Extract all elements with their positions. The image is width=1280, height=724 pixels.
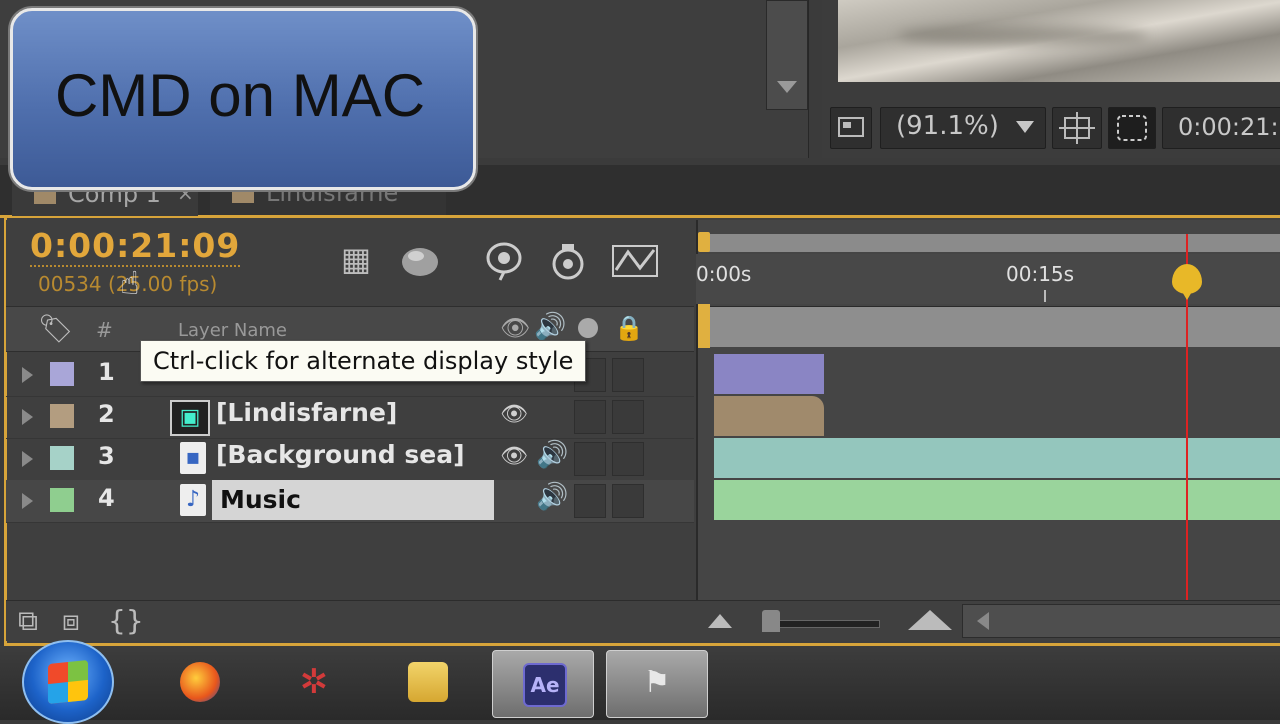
label-tag-icon[interactable]: 🏷 xyxy=(38,312,74,345)
speaker-icon[interactable]: 🔊 xyxy=(536,440,568,470)
expand-triangle-icon[interactable] xyxy=(22,451,33,467)
ruler-tick-label: 0:00s xyxy=(696,262,752,286)
graph-editor-icon[interactable] xyxy=(610,240,658,282)
taskbar-app[interactable]: ⚑ xyxy=(606,650,708,718)
graph-shape xyxy=(612,245,658,277)
magnification-value: (91.1%) xyxy=(896,111,999,141)
transfer-controls-toggle-icon[interactable]: ⧈ xyxy=(62,604,80,638)
eye-icon[interactable]: 👁 xyxy=(500,402,528,427)
flag-app-icon: ⚑ xyxy=(643,665,671,700)
taskbar-file-explorer[interactable] xyxy=(378,650,478,716)
zoom-in-icon[interactable] xyxy=(908,610,952,630)
layer-number: 4 xyxy=(98,484,115,512)
viewer-timecode: 0:00:21: xyxy=(1178,113,1279,141)
current-time-display[interactable]: 0:00:21:09 xyxy=(30,226,241,267)
expand-triangle-icon[interactable] xyxy=(22,493,33,509)
chevron-down-icon[interactable] xyxy=(1016,121,1034,133)
taskbar-firefox[interactable] xyxy=(150,650,250,716)
viewer-image xyxy=(838,0,1280,82)
frame-blending-icon[interactable] xyxy=(546,240,594,282)
hand-cursor-icon: ☝ xyxy=(120,264,140,302)
speaker-icon[interactable]: 🔊 xyxy=(536,482,568,512)
scroll-down-icon[interactable] xyxy=(777,81,797,93)
crop-frame-icon xyxy=(1059,112,1095,144)
zoom-slider-thumb[interactable] xyxy=(762,610,780,632)
shy-layers-icon[interactable] xyxy=(480,240,528,282)
layer-duration-bar[interactable] xyxy=(714,438,1280,478)
expand-triangle-icon[interactable] xyxy=(22,367,33,383)
layer-number: 1 xyxy=(98,358,115,386)
current-time-indicator-head[interactable] xyxy=(1172,264,1202,300)
layer-number: 3 xyxy=(98,442,115,470)
video-switch-column-icon: 👁 xyxy=(500,314,531,342)
layer-row[interactable]: 3 ▪ [Background sea] 👁 🔊 xyxy=(6,438,694,481)
audio-file-icon: ♪ xyxy=(180,484,206,516)
project-scrollbar[interactable] xyxy=(766,0,808,110)
lock-switch[interactable] xyxy=(612,358,644,392)
frame-blending-shape xyxy=(552,244,584,280)
layer-row[interactable]: 2 ▣ [Lindisfarne] 👁 xyxy=(6,396,694,439)
work-area-start-handle[interactable] xyxy=(698,304,710,348)
transparency-grid-button[interactable] xyxy=(1108,107,1156,149)
zoom-out-icon[interactable] xyxy=(708,614,732,628)
solo-switch[interactable] xyxy=(574,400,606,434)
app-icon: ✲ xyxy=(299,662,329,702)
layer-name[interactable]: [Background sea] xyxy=(216,440,465,469)
scroll-left-icon[interactable] xyxy=(977,612,989,630)
layer-duration-bar[interactable] xyxy=(714,354,824,394)
layer-name[interactable]: Music xyxy=(212,480,494,520)
ruler-tick-mark xyxy=(1044,290,1046,302)
in-out-toggle-icon[interactable]: {} xyxy=(108,604,144,637)
time-navigator[interactable] xyxy=(704,234,1280,252)
expand-triangle-icon[interactable] xyxy=(22,409,33,425)
windows-orb-icon[interactable] xyxy=(22,640,114,724)
layer-number-column: # xyxy=(96,318,113,342)
timeline-zoom-slider[interactable] xyxy=(772,620,880,628)
label-color-swatch[interactable] xyxy=(50,488,74,512)
layer-duration-bar[interactable] xyxy=(714,480,1280,520)
dashed-square-icon xyxy=(1117,115,1147,141)
after-effects-icon: Ae xyxy=(523,663,567,707)
taskbar-app[interactable]: ✲ xyxy=(264,650,364,716)
eye-icon[interactable]: 👁 xyxy=(500,444,528,469)
folder-icon xyxy=(408,662,448,702)
windows-flag xyxy=(48,659,88,705)
label-color-swatch[interactable] xyxy=(50,404,74,428)
lock-switch[interactable] xyxy=(612,484,644,518)
layer-switches-toggle-icon[interactable]: ⧉ xyxy=(18,604,38,638)
video-file-icon: ▪ xyxy=(180,442,206,474)
lock-column-icon: 🔒 xyxy=(614,314,644,342)
layer-name[interactable]: [Lindisfarne] xyxy=(216,398,397,427)
comp-mini-flowchart-icon[interactable]: ▦ xyxy=(332,240,380,282)
label-color-swatch[interactable] xyxy=(50,446,74,470)
work-area-bar[interactable] xyxy=(702,306,1280,347)
audio-switch-column-icon: 🔊 xyxy=(534,312,567,342)
lock-switch[interactable] xyxy=(612,400,644,434)
solo-switch[interactable] xyxy=(574,484,606,518)
fit-frame-button[interactable] xyxy=(1052,107,1102,149)
region-of-interest-button[interactable] xyxy=(830,107,872,149)
draft-3d-icon[interactable] xyxy=(396,240,444,282)
lock-switch[interactable] xyxy=(612,442,644,476)
firefox-icon xyxy=(180,662,220,702)
label-color-swatch[interactable] xyxy=(50,362,74,386)
tooltip: Ctrl-click for alternate display style xyxy=(140,340,587,382)
timeline-horizontal-scrollbar[interactable] xyxy=(962,604,1280,638)
layer-number: 2 xyxy=(98,400,115,428)
solo-column-icon xyxy=(578,318,598,338)
solo-switch[interactable] xyxy=(574,442,606,476)
caption-text: CMD on MAC xyxy=(54,62,426,129)
draft-3d-shape xyxy=(402,248,438,276)
taskbar-after-effects[interactable]: Ae xyxy=(492,650,594,718)
shy-shape xyxy=(486,242,522,281)
monitor-icon xyxy=(838,117,864,137)
layer-row[interactable]: 4 ♪ Music 🔊 xyxy=(6,480,694,523)
ruler-tick-label: 00:15s xyxy=(1006,262,1075,286)
layer-name-column[interactable]: Layer Name xyxy=(178,320,287,341)
layer-duration-bar[interactable] xyxy=(714,396,824,436)
composition-footage-icon: ▣ xyxy=(170,400,210,436)
time-navigator-start-handle[interactable] xyxy=(698,232,710,252)
